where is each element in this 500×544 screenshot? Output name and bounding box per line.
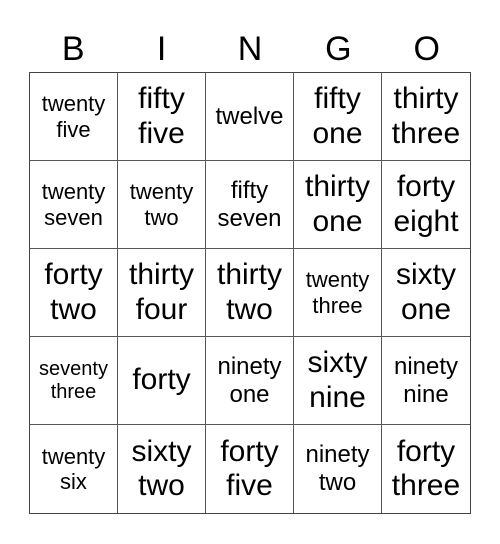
bingo-cell[interactable]: twenty three <box>294 249 382 337</box>
bingo-cell[interactable]: sixty one <box>382 249 470 337</box>
bingo-cell[interactable]: ninety two <box>294 425 382 513</box>
bingo-cell[interactable]: ninety one <box>206 337 294 425</box>
header-letter-i: I <box>156 30 167 68</box>
header-letter-b: B <box>61 30 85 68</box>
bingo-cell[interactable]: fifty seven <box>206 161 294 249</box>
bingo-cell[interactable]: ninety nine <box>382 337 470 425</box>
bingo-cell[interactable]: fifty one <box>294 73 382 161</box>
bingo-cell[interactable]: twenty seven <box>30 161 118 249</box>
bingo-cell[interactable]: twenty two <box>118 161 206 249</box>
bingo-header: B I N G O <box>29 26 471 72</box>
bingo-cell[interactable]: thirty four <box>118 249 206 337</box>
bingo-cell[interactable]: sixty nine <box>294 337 382 425</box>
bingo-cell[interactable]: forty two <box>30 249 118 337</box>
bingo-cell[interactable]: forty three <box>382 425 470 513</box>
header-letter-o: O <box>413 30 440 68</box>
bingo-card-grid: twenty five fifty five twelve fifty one thir… <box>29 72 471 514</box>
header-letter-n: N <box>237 30 263 68</box>
bingo-cell[interactable]: fifty five <box>118 73 206 161</box>
bingo-cell[interactable]: twenty six <box>30 425 118 513</box>
bingo-cell[interactable]: forty five <box>206 425 294 513</box>
header-letter-g: G <box>325 30 352 68</box>
bingo-cell[interactable]: forty eight <box>382 161 470 249</box>
bingo-cell[interactable]: twenty five <box>30 73 118 161</box>
bingo-cell[interactable]: seventy three <box>30 337 118 425</box>
bingo-cell[interactable]: thirty three <box>382 73 470 161</box>
bingo-cell[interactable]: twelve <box>206 73 294 161</box>
bingo-cell[interactable]: thirty one <box>294 161 382 249</box>
bingo-cell[interactable]: sixty two <box>118 425 206 513</box>
bingo-cell[interactable]: forty <box>118 337 206 425</box>
bingo-cell[interactable]: thirty two <box>206 249 294 337</box>
